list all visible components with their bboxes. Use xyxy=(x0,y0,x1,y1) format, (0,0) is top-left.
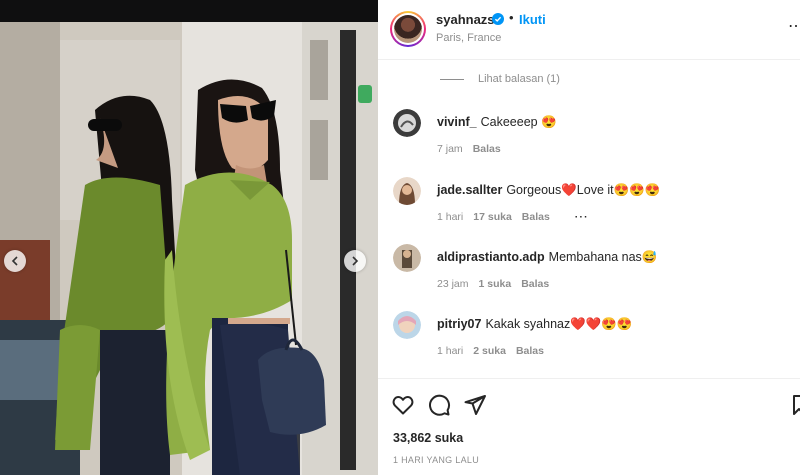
commenter-username[interactable]: vivinf_ xyxy=(437,115,477,129)
bookmark-icon[interactable] xyxy=(792,393,800,417)
comment-time[interactable]: 1 hari xyxy=(437,345,463,357)
comment-text: aldiprastianto.adp Membahana nas😅 xyxy=(437,250,657,265)
comment-meta: 1 hari 2 suka Balas xyxy=(437,345,554,357)
view-replies-button[interactable]: Lihat balasan (1) xyxy=(440,73,560,85)
comment-item: vivinf_ Cakeeeep 😍 7 jam Balas xyxy=(378,109,800,169)
reply-button[interactable]: Balas xyxy=(473,143,501,155)
comment-likes[interactable]: 17 suka xyxy=(473,211,512,223)
comment-time[interactable]: 23 jam xyxy=(437,278,469,290)
comment-options-icon[interactable]: ⋯ xyxy=(574,209,589,223)
next-photo-button[interactable] xyxy=(344,250,366,272)
send-icon[interactable] xyxy=(463,393,487,417)
post-details-panel: syahnazs • Ikuti Paris, France ⋯ Lihat b… xyxy=(378,0,800,475)
comment-body: Membahana nas😅 xyxy=(548,250,658,264)
verified-badge-icon xyxy=(492,13,504,25)
reply-button[interactable]: Balas xyxy=(516,345,544,357)
reply-button[interactable]: Balas xyxy=(521,278,549,290)
post-header: syahnazs • Ikuti Paris, France ⋯ xyxy=(378,0,800,60)
comment-time[interactable]: 1 hari xyxy=(437,211,463,223)
comment-text: vivinf_ Cakeeeep 😍 xyxy=(437,115,557,130)
comment-icon[interactable] xyxy=(427,393,451,417)
comment-likes[interactable]: 1 suka xyxy=(479,278,512,290)
follow-button[interactable]: Ikuti xyxy=(519,12,546,27)
post-photo xyxy=(0,0,378,475)
chevron-right-icon xyxy=(352,256,359,266)
comment-body: Kakak syahnaz❤️❤️😍😍 xyxy=(485,317,633,331)
chevron-left-icon xyxy=(11,256,18,266)
heart-icon[interactable] xyxy=(391,393,415,417)
reply-button[interactable]: Balas xyxy=(522,211,550,223)
comment-item: jade.sallter Gorgeous❤️Love it😍😍😍 1 hari … xyxy=(378,177,800,237)
comment-body: Cakeeeep 😍 xyxy=(480,115,557,129)
commenter-username[interactable]: aldiprastianto.adp xyxy=(437,250,545,264)
replies-divider xyxy=(440,78,464,80)
comment-likes[interactable]: 2 suka xyxy=(473,345,506,357)
author-username[interactable]: syahnazs xyxy=(436,12,495,27)
post-timestamp[interactable]: 1 HARI YANG LALU xyxy=(393,455,479,465)
comment-meta: 23 jam 1 suka Balas xyxy=(437,278,559,290)
likes-count[interactable]: 33,862 suka xyxy=(393,431,463,445)
post-actions-bar: 33,862 suka 1 HARI YANG LALU xyxy=(378,378,800,475)
more-options-icon[interactable]: ⋯ xyxy=(788,16,800,36)
comment-meta: 7 jam Balas xyxy=(437,143,511,155)
author-avatar[interactable] xyxy=(390,11,426,47)
comment-text: jade.sallter Gorgeous❤️Love it😍😍😍 xyxy=(437,183,660,198)
commenter-avatar[interactable] xyxy=(393,311,421,339)
commenter-avatar[interactable] xyxy=(393,109,421,137)
header-separator: • xyxy=(509,10,514,25)
commenter-username[interactable]: jade.sallter xyxy=(437,183,502,197)
post-location[interactable]: Paris, France xyxy=(436,32,501,44)
comment-body: Gorgeous❤️Love it😍😍😍 xyxy=(506,183,661,197)
comment-text: pitriy07 Kakak syahnaz❤️❤️😍😍 xyxy=(437,317,633,332)
comment-item: pitriy07 Kakak syahnaz❤️❤️😍😍 1 hari 2 suk… xyxy=(378,311,800,371)
comment-time[interactable]: 7 jam xyxy=(437,143,463,155)
commenter-avatar[interactable] xyxy=(393,244,421,272)
comment-meta: 1 hari 17 suka Balas ⋯ xyxy=(437,209,599,223)
previous-photo-button[interactable] xyxy=(4,250,26,272)
view-replies-label: Lihat balasan (1) xyxy=(478,73,560,85)
comment-item: aldiprastianto.adp Membahana nas😅 23 jam … xyxy=(378,244,800,304)
commenter-username[interactable]: pitriy07 xyxy=(437,317,481,331)
post-image xyxy=(0,0,378,475)
commenter-avatar[interactable] xyxy=(393,177,421,205)
